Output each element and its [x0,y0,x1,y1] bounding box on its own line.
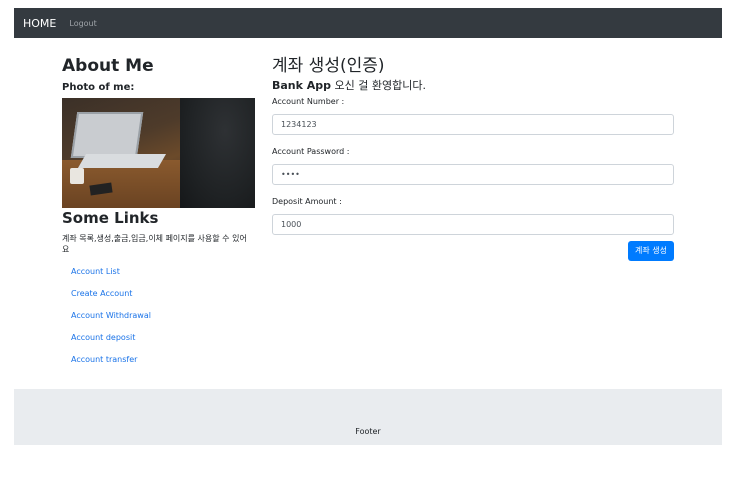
link-account-transfer[interactable]: Account transfer [71,355,262,365]
photo-laptop-base [77,154,167,168]
create-account-form: 계좌 생성(인증) Bank App 오신 걸 환영합니다. Account N… [272,56,674,261]
profile-photo [62,98,255,208]
home-link[interactable]: HOME [23,17,56,30]
photo-label: Photo of me: [62,82,135,93]
links-title: Some Links [62,209,159,227]
account-number-label: Account Number : [272,97,345,106]
link-account-deposit[interactable]: Account deposit [71,333,262,343]
link-list: Account List Create Account Account With… [62,267,262,365]
welcome-text: Bank App 오신 걸 환영합니다. [272,79,674,93]
account-number-input[interactable]: 1234123 [272,114,674,135]
logout-link[interactable]: Logout [69,19,96,28]
photo-laptop [70,112,144,158]
about-title: About Me [62,56,154,76]
photo-mug [70,168,84,184]
footer: Footer [14,389,722,445]
photo-person [180,98,255,208]
welcome-app-name: Bank App [272,79,332,92]
welcome-message: 오신 걸 환영합니다. [331,79,426,92]
top-navbar: HOME Logout [14,8,722,38]
page-title: 계좌 생성(인증) [272,56,385,76]
footer-text: Footer [355,427,381,436]
link-account-list[interactable]: Account List [71,267,262,277]
link-create-account[interactable]: Create Account [71,289,262,299]
links-description: 계좌 목록,생성,출금,입금,이체 페이지를 사용할 수 있어요 [62,234,247,254]
deposit-amount-label: Deposit Amount : [272,197,342,206]
account-password-label: Account Password : [272,147,350,156]
create-account-button[interactable]: 계좌 생성 [628,241,674,261]
link-account-withdrawal[interactable]: Account Withdrawal [71,311,262,321]
deposit-amount-input[interactable]: 1000 [272,214,674,235]
account-password-input[interactable]: •••• [272,164,674,185]
sidebar: About Me Photo of me: Some Links 계좌 목록,생… [62,56,262,377]
